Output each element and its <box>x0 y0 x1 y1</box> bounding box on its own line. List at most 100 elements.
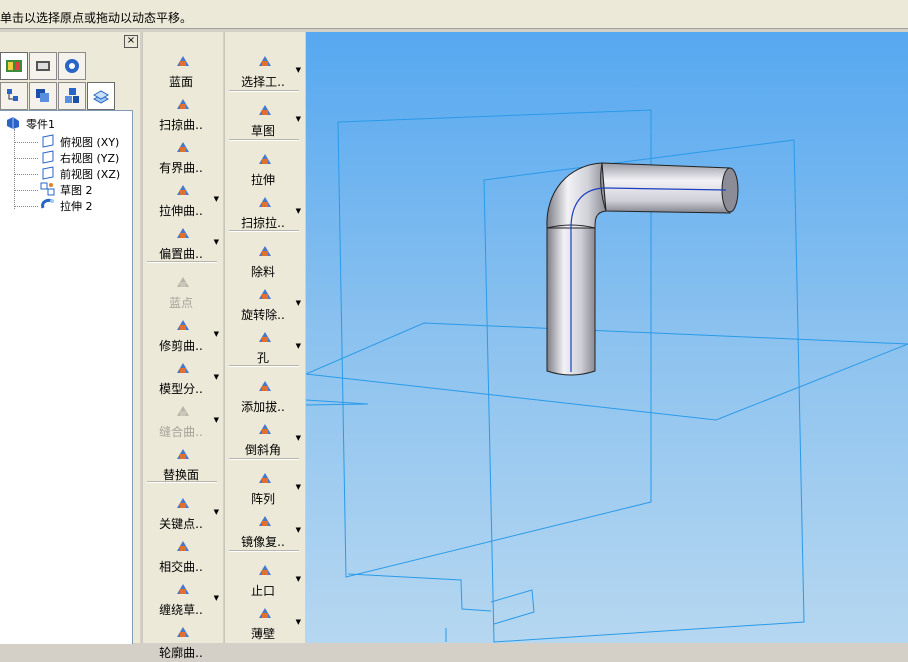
extruded-surface-icon <box>174 182 192 198</box>
tool-label: 镜像复.. <box>241 535 285 549</box>
tool-blue-surface[interactable]: 蓝面 <box>147 51 219 91</box>
tool-hole[interactable]: 孔 ▼ <box>229 327 301 367</box>
select-tool-icon <box>256 53 274 69</box>
tool-label: 添加拔.. <box>241 400 285 414</box>
reference-plane-front <box>483 139 805 643</box>
tool-revolve-cut[interactable]: 旋转除.. ▼ <box>229 284 301 324</box>
family-of-parts-icon[interactable] <box>29 52 57 80</box>
mirror-copy-icon <box>256 513 274 529</box>
tool-label: 选择工.. <box>241 75 285 89</box>
tool-label: 修剪曲.. <box>159 339 203 353</box>
dropdown-arrow-icon[interactable]: ▼ <box>214 238 219 246</box>
tool-label: 孔 <box>256 351 269 365</box>
dropdown-arrow-icon[interactable]: ▼ <box>214 508 219 516</box>
status-bar: 单击以选择原点或拖动以动态平移。 <box>0 0 908 29</box>
dropdown-arrow-icon[interactable]: ▼ <box>296 299 301 307</box>
tool-cutout[interactable]: 除料 <box>229 241 301 281</box>
model-view[interactable] <box>306 32 908 643</box>
dropdown-arrow-icon[interactable]: ▼ <box>296 207 301 215</box>
tool-label: 倒斜角 <box>244 443 281 457</box>
tool-extrude-tool[interactable]: 拉伸 <box>229 149 301 189</box>
dropdown-arrow-icon[interactable]: ▼ <box>296 434 301 442</box>
tool-wrap-sketch[interactable]: 缠绕草.. ▼ <box>147 579 219 619</box>
tool-add-draft[interactable]: 添加拔.. <box>229 376 301 416</box>
tool-label: 薄壁 <box>250 627 275 641</box>
blue-dot-icon <box>174 274 192 290</box>
tool-split-model[interactable]: 模型分.. ▼ <box>147 358 219 398</box>
tool-label: 扫掠拉.. <box>241 216 285 230</box>
toolbar-separator <box>147 261 217 263</box>
lip-icon <box>256 562 274 578</box>
tool-intersect-curve[interactable]: 相交曲.. <box>147 536 219 576</box>
keypoint-curve-icon <box>174 495 192 511</box>
tool-label: 相交曲.. <box>159 560 203 574</box>
dropdown-arrow-icon[interactable]: ▼ <box>296 526 301 534</box>
extrude-tool-icon <box>256 151 274 167</box>
dropdown-arrow-icon[interactable]: ▼ <box>214 416 219 424</box>
toolbar-separator <box>229 458 299 460</box>
tool-offset-surface[interactable]: 偏置曲.. ▼ <box>147 223 219 263</box>
tool-label: 止口 <box>250 584 275 598</box>
tool-sketch-tool[interactable]: 草图 ▼ <box>229 100 301 140</box>
layers-icon[interactable] <box>29 82 57 110</box>
toolbar-separator <box>229 550 299 552</box>
part-icon <box>6 116 20 133</box>
tool-label: 拉伸曲.. <box>159 204 203 218</box>
tool-label: 关键点.. <box>159 517 203 531</box>
dropdown-arrow-icon[interactable]: ▼ <box>214 373 219 381</box>
dropdown-arrow-icon[interactable]: ▼ <box>296 115 301 123</box>
tool-pattern[interactable]: 阵列 ▼ <box>229 468 301 508</box>
sections-icon[interactable] <box>87 82 115 110</box>
toolbar-separator <box>229 139 299 141</box>
tool-replace-face[interactable]: 替换面 <box>147 444 219 484</box>
assembly-icon[interactable] <box>58 82 86 110</box>
feature-library-icon[interactable] <box>0 52 28 80</box>
tool-select-tool[interactable]: 选择工.. ▼ <box>229 51 301 91</box>
dropdown-arrow-icon[interactable]: ▼ <box>214 195 219 203</box>
tool-trim-surface[interactable]: 修剪曲.. ▼ <box>147 315 219 355</box>
dropdown-arrow-icon[interactable]: ▼ <box>296 575 301 583</box>
plane-icon <box>40 134 56 151</box>
tool-contour-curve[interactable]: 轮廓曲.. <box>147 622 219 662</box>
tool-stitch-surface[interactable]: 缝合曲.. ▼ <box>147 401 219 441</box>
tool-label: 缝合曲.. <box>159 425 203 439</box>
tool-label: 偏置曲.. <box>159 247 203 261</box>
tool-thin-wall[interactable]: 薄壁 ▼ <box>229 603 301 643</box>
tool-extruded-surface[interactable]: 拉伸曲.. ▼ <box>147 180 219 220</box>
dropdown-arrow-icon[interactable]: ▼ <box>296 483 301 491</box>
tool-label: 扫掠曲.. <box>159 118 203 132</box>
toolbar-separator <box>147 481 217 483</box>
tool-label: 阵列 <box>250 492 275 506</box>
sweep-extrude-icon <box>256 194 274 210</box>
tool-blue-dot[interactable]: 蓝点 <box>147 272 219 312</box>
graphics-viewport[interactable] <box>306 32 908 643</box>
close-panel-button[interactable]: × <box>124 35 138 48</box>
tool-keypoint-curve[interactable]: 关键点.. ▼ <box>147 493 219 533</box>
tool-sweep-extrude[interactable]: 扫掠拉.. ▼ <box>229 192 301 232</box>
dropdown-arrow-icon[interactable]: ▼ <box>214 330 219 338</box>
tool-label: 旋转除.. <box>241 308 285 322</box>
dropdown-arrow-icon[interactable]: ▼ <box>296 66 301 74</box>
dropdown-arrow-icon[interactable]: ▼ <box>296 618 301 626</box>
tool-mirror-copy[interactable]: 镜像复.. ▼ <box>229 511 301 551</box>
feature-tree-icon[interactable] <box>0 82 28 110</box>
dropdown-arrow-icon[interactable]: ▼ <box>214 594 219 602</box>
add-draft-icon <box>256 378 274 394</box>
dropdown-arrow-icon[interactable]: ▼ <box>296 342 301 350</box>
tool-label: 蓝面 <box>168 75 193 89</box>
edge-bar-panel: × 零件1 俯视图 (XY) 右视图 (YZ) 前视图 (XZ) 草图 2 拉伸… <box>0 32 140 644</box>
settings-gear-icon[interactable] <box>58 52 86 80</box>
wrap-sketch-icon <box>174 581 192 597</box>
pattern-icon <box>256 470 274 486</box>
tool-swept-surface[interactable]: 扫掠曲.. <box>147 94 219 134</box>
tool-lip[interactable]: 止口 ▼ <box>229 560 301 600</box>
chamfer-icon <box>256 421 274 437</box>
split-model-icon <box>174 360 192 376</box>
tool-label: 草图 <box>250 124 275 138</box>
tool-bounded-surface[interactable]: 有界曲.. <box>147 137 219 177</box>
intersect-curve-icon <box>174 538 192 554</box>
tool-chamfer[interactable]: 倒斜角 ▼ <box>229 419 301 459</box>
tool-label: 缠绕草.. <box>159 603 203 617</box>
blue-surface-icon <box>174 53 192 69</box>
replace-face-icon <box>174 446 192 462</box>
